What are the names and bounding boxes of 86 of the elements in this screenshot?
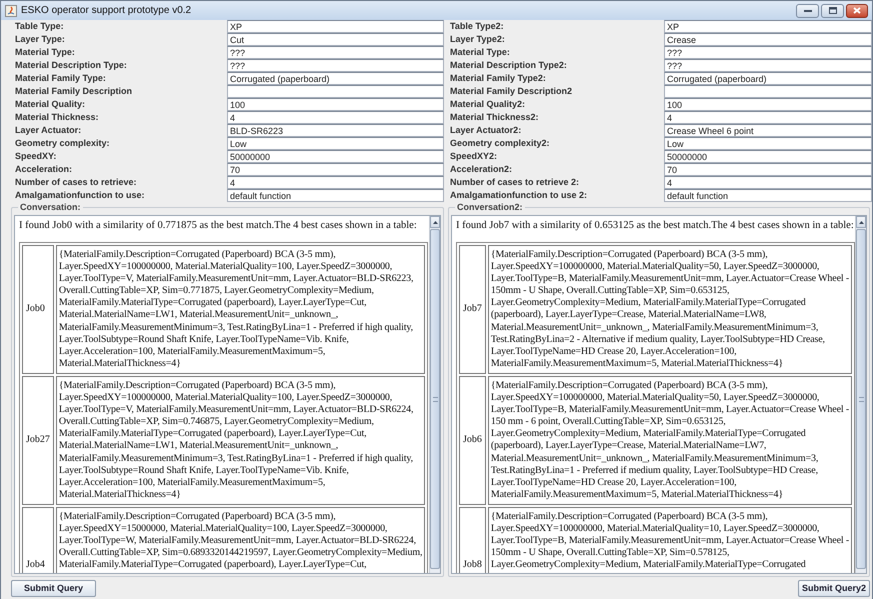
text-field[interactable]: Low: [227, 137, 444, 150]
field-label: Number of cases to retrieve 2:: [449, 176, 580, 189]
window-title: ESKO operator support prototype v0.2: [21, 4, 192, 18]
field-label: Layer Type2:: [449, 33, 506, 46]
chat-message: I found Job0 with a similarity of 0.771875 as the best match.The 4 best cases shown in a table:: [19, 219, 418, 232]
job-cell: Job0: [22, 245, 54, 374]
maximize-icon: [828, 7, 836, 14]
field-label: SpeedXY:: [14, 150, 58, 163]
text-field[interactable]: 50000000: [227, 150, 444, 163]
job-cell: Job4: [22, 506, 54, 573]
text-field[interactable]: ???: [664, 46, 872, 59]
field-label: Material Family Description2: [449, 85, 574, 98]
close-button[interactable]: [846, 4, 868, 18]
text-field[interactable]: Corrugated (paperboard): [227, 72, 444, 85]
text-field[interactable]: Low: [664, 137, 872, 150]
maximize-button[interactable]: [821, 4, 844, 18]
field-label: Layer Type:: [14, 33, 66, 46]
field-label: Amalgamationfunction to use:: [14, 189, 146, 202]
case-cell: {MaterialFamily.Description=Corrugated (Paperboard) BCA (3-5 mm), Layer.SpeedXY=100000000, Material.MaterialQuality=10, Layer.SpeedZ=3000000, Layer.ToolType=B, MaterialFamily.MeasurementUnit=mm, Layer.Actuator=Crease Wheel - 150mm - U Shape, Overall.CuttingTable=XP, Sim=0.578125, Layer.GeometryComplexity=Medium, MaterialFamily.MaterialType=Corrugated: [488, 506, 852, 573]
text-field[interactable]: 70: [664, 163, 872, 176]
field-label: Layer Actuator:: [14, 124, 82, 137]
group-title: Conversation2:: [455, 202, 525, 213]
job-cell: Job27: [22, 376, 54, 505]
job-cell: Job6: [459, 376, 486, 505]
field-label: Number of cases to retrieve:: [14, 176, 138, 189]
field-label: Material Type:: [14, 46, 76, 59]
scroll-up-button[interactable]: [430, 216, 440, 228]
text-field[interactable]: ???: [664, 59, 872, 72]
field-label: Acceleration:: [14, 163, 74, 176]
field-label: Table Type2:: [449, 20, 505, 33]
field-label: SpeedXY2:: [449, 150, 498, 163]
text-field[interactable]: ???: [227, 59, 444, 72]
field-label: Amalgamationfunction to use 2:: [449, 189, 588, 202]
field-label: Material Quality:: [14, 98, 86, 111]
up-arrow-icon: [432, 220, 438, 224]
group-title: Conversation:: [18, 202, 83, 213]
scroll-up-button[interactable]: [856, 216, 866, 228]
field-label: Material Description Type:: [14, 59, 128, 72]
text-field[interactable]: Crease Wheel 6 point: [664, 124, 872, 137]
minimize-icon: [804, 8, 812, 12]
up-arrow-icon: [858, 220, 864, 224]
text-field[interactable]: 4: [664, 176, 872, 189]
text-field[interactable]: XP: [227, 20, 444, 33]
text-field[interactable]: default function: [664, 189, 872, 202]
field-label: Layer Actuator2:: [449, 124, 522, 137]
field-label: Material Description Type2:: [449, 59, 568, 72]
field-label: Material Family Type2:: [449, 72, 547, 85]
job-cell: Job8: [459, 506, 486, 573]
text-field[interactable]: Cut: [227, 33, 444, 46]
text-field[interactable]: Corrugated (paperboard): [664, 72, 872, 85]
case-cell: {MaterialFamily.Description=Corrugated (Paperboard) BCA (3-5 mm), Layer.SpeedXY=100000000, Material.MaterialQuality=50, Layer.SpeedZ=3000000, Layer.ToolType=B, MaterialFamily.MeasurementUnit=mm, Layer.Actuator=Crease Wheel - 150 mm - 6 point, Overall.CuttingTable=XP, Sim=0.653125, Layer.GeometryComplexity=Medium, MaterialFamily.MaterialType=Corrugated (paperboard), Layer.LayerType=Crease, Material.MaterialName=LW7, Material.MeasurementUnit=_unknown_, MaterialFamily.MeasurementMinimum=3, Test.RatingByLina=1 - Preferred if medium quality, Layer.ToolSubtype=HD Crease, Layer.ToolTypeName=HD Crease 20, Layer.Acceleration=100, MaterialFamily.MeasurementMaximum=5, Material.MaterialThickness=4}: [488, 376, 852, 505]
text-field[interactable]: 100: [227, 98, 444, 111]
case-cell: {MaterialFamily.Description=Corrugated (Paperboard) BCA (3-5 mm), Layer.SpeedXY=100000000, Material.MaterialQuality=50, Layer.SpeedZ=3000000, Layer.ToolType=B, MaterialFamily.MeasurementUnit=mm, Layer.Actuator=Crease Wheel - 150mm - U Shape, Overall.CuttingTable=XP, Sim=0.653125, Layer.GeometryComplexity=Medium, MaterialFamily.MaterialType=Corrugated (paperboard), Layer.LayerType=Crease, Material.MaterialName=LW8, Material.MeasurementUnit=_unknown_, MaterialFamily.MeasurementMinimum=3, Test.RatingByLina=2 - Alternative if medium quality, Layer.ToolSubtype=HD Crease, Layer.ToolTypeName=HD Crease 20, Layer.Acceleration=100, MaterialFamily.MeasurementMaximum=5, Material.MaterialThickness=4}: [488, 245, 852, 374]
field-label: Material Type:: [449, 46, 511, 59]
minimize-button[interactable]: [796, 4, 819, 18]
submit-button[interactable]: Submit Query: [11, 580, 96, 596]
case-cell: {MaterialFamily.Description=Corrugated (Paperboard) BCA (3-5 mm), Layer.SpeedXY=100000000, Material.MaterialQuality=100, Layer.SpeedZ=3000000, Layer.ToolType=V, MaterialFamily.MeasurementUnit=mm, Layer.Actuator=BLD-SR6223, Overall.CuttingTable=XP, Sim=0.771875, Layer.GeometryComplexity=Medium, MaterialFamily.MaterialType=Corrugated (paperboard), Layer.LayerType=Cut, Material.MaterialName=LW1, Material.MeasurementUnit=_unknown_, MaterialFamily.MeasurementMinimum=3, Test.RatingByLina=1 - Preferred if high quality, Layer.ToolSubtype=Round Shaft Knife, Layer.ToolTypeName=Vib. Knife, Layer.Acceleration=100, MaterialFamily.MeasurementMaximum=5, Material.MaterialThickness=4}: [56, 245, 426, 374]
close-icon: [853, 7, 861, 14]
text-field[interactable]: [227, 85, 444, 98]
text-field[interactable]: XP: [664, 20, 872, 33]
text-field[interactable]: default function: [227, 189, 444, 202]
field-label: Geometry complexity:: [14, 137, 111, 150]
app-icon: [5, 4, 17, 16]
text-field[interactable]: 100: [664, 98, 872, 111]
field-label: Acceleration2:: [449, 163, 514, 176]
field-label: Material Thickness2:: [449, 111, 540, 124]
text-field[interactable]: 4: [227, 111, 444, 124]
chat-message: I found Job7 with a similarity of 0.653125 as the best match.The 4 best cases shown in a table:: [456, 219, 851, 232]
text-field[interactable]: ???: [227, 46, 444, 59]
text-field[interactable]: 50000000: [664, 150, 872, 163]
field-label: Material Thickness:: [14, 111, 100, 124]
text-field[interactable]: Crease: [664, 33, 872, 46]
job-cell: Job7: [459, 245, 486, 374]
case-cell: {MaterialFamily.Description=Corrugated (Paperboard) BCA (3-5 mm), Layer.SpeedXY=100000000, Material.MaterialQuality=100, Layer.SpeedZ=3000000, Layer.ToolType=V, MaterialFamily.MeasurementUnit=mm, Layer.Actuator=BLD-SR6224, Overall.CuttingTable=XP, Sim=0.746875, Layer.GeometryComplexity=Medium, MaterialFamily.MaterialType=Corrugated (paperboard), Layer.LayerType=Cut, Material.MaterialName=LW1, Material.MeasurementUnit=_unknown_, MaterialFamily.MeasurementMinimum=3, Test.RatingByLina=1 - Preferred if high quality, Layer.ToolSubtype=Round Shaft Knife, Layer.ToolTypeName=Vib. Knife, Layer.Acceleration=100, MaterialFamily.MeasurementMaximum=5, Material.MaterialThickness=4}: [56, 376, 426, 505]
field-label: Material Family Type:: [14, 72, 107, 85]
field-label: Geometry complexity2:: [449, 137, 551, 150]
case-cell: {MaterialFamily.Description=Corrugated (Paperboard) BCA (3-5 mm), Layer.SpeedXY=15000000, Material.MaterialQuality=100, Layer.SpeedZ=3000000, Layer.ToolType=W, MaterialFamily.MeasurementUnit=mm, Layer.Actuator=BLD-SR6224, Overall.CuttingTable=XP, Sim=0.6893320144219597, Layer.GeometryComplexity=Medium, MaterialFamily.MaterialType=Corrugated (paperboard), Layer.LayerType=Cut,: [56, 506, 426, 573]
text-field[interactable]: 4: [227, 176, 444, 189]
text-field[interactable]: BLD-SR6223: [227, 124, 444, 137]
field-label: Material Family Description: [14, 85, 134, 98]
field-label: Material Quality2:: [449, 98, 526, 111]
text-field[interactable]: 70: [227, 163, 444, 176]
text-field[interactable]: [664, 85, 872, 98]
submit-button[interactable]: Submit Query2: [798, 580, 870, 596]
field-label: Table Type:: [14, 20, 65, 33]
text-field[interactable]: 4: [664, 111, 872, 124]
